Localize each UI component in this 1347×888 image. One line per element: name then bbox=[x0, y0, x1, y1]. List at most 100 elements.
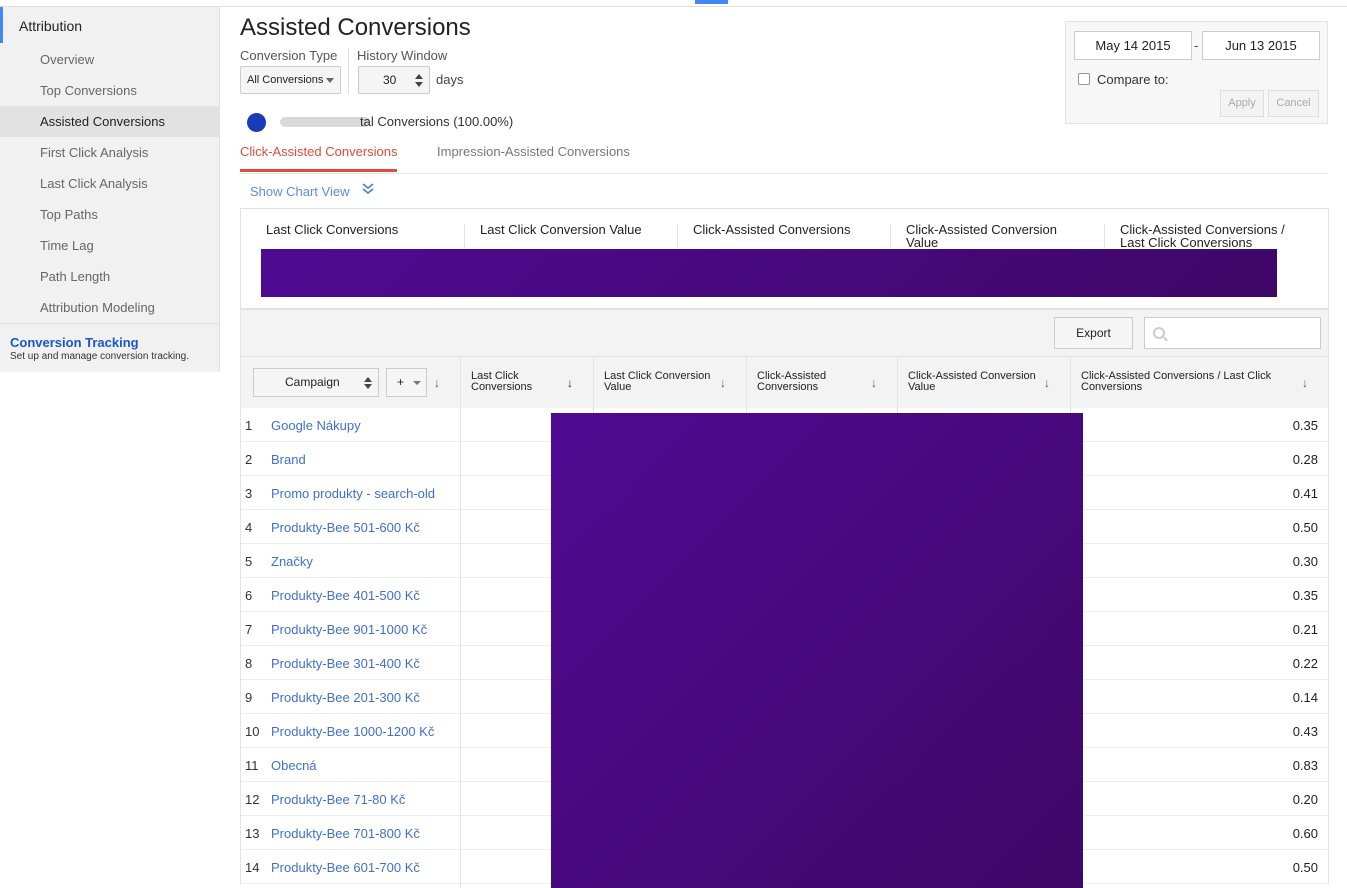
table-search-input[interactable] bbox=[1144, 317, 1321, 349]
ratio-value: 0.21 bbox=[1292, 622, 1318, 637]
ratio-value: 0.35 bbox=[1292, 418, 1318, 433]
column-header-ratio[interactable]: Click-Assisted Conversions / Last Click … bbox=[1081, 371, 1291, 393]
start-date-input[interactable]: May 14 2015 bbox=[1074, 31, 1192, 60]
tab-divider bbox=[240, 173, 1328, 174]
summary-label-click-assisted-conversions: Click-Assisted Conversions bbox=[693, 222, 851, 237]
sort-arrow-icon[interactable]: ↓ bbox=[1302, 376, 1308, 390]
export-button[interactable]: Export bbox=[1054, 317, 1133, 349]
row-number: 11 bbox=[245, 758, 259, 773]
sort-arrow-icon[interactable]: ↓ bbox=[720, 376, 726, 390]
tab-click-assisted[interactable]: Click-Assisted Conversions bbox=[240, 144, 398, 159]
compare-label: Compare to: bbox=[1097, 72, 1169, 87]
campaign-link[interactable]: Produkty-Bee 501-600 Kč bbox=[271, 520, 420, 535]
stepper-up-icon[interactable] bbox=[415, 74, 423, 79]
page-title: Assisted Conversions bbox=[240, 14, 471, 41]
row-number: 6 bbox=[245, 588, 253, 603]
sidebar-divider bbox=[0, 323, 219, 324]
summary-separator bbox=[464, 224, 465, 248]
campaign-link[interactable]: Produkty-Bee 301-400 Kč bbox=[271, 656, 420, 671]
row-number: 5 bbox=[245, 554, 253, 569]
row-number: 2 bbox=[245, 452, 253, 467]
column-header-click-assisted-value[interactable]: Click-Assisted Conversion Value bbox=[908, 371, 1043, 393]
sort-arrow-icon[interactable]: ↓ bbox=[434, 376, 440, 390]
sort-arrow-icon[interactable]: ↓ bbox=[871, 376, 877, 390]
sidebar-item-top-paths[interactable]: Top Paths bbox=[0, 199, 219, 230]
tab-impression-assisted[interactable]: Impression-Assisted Conversions bbox=[437, 144, 630, 159]
primary-dimension-select[interactable]: Campaign bbox=[253, 368, 379, 397]
sidebar: Attribution Overview Top Conversions Ass… bbox=[0, 7, 220, 372]
stepper-down-icon[interactable] bbox=[415, 82, 423, 87]
sidebar-header-label: Attribution bbox=[19, 18, 83, 34]
summary-label-last-click-conversions: Last Click Conversions bbox=[266, 222, 399, 237]
compare-checkbox[interactable] bbox=[1078, 73, 1090, 85]
ratio-value: 0.60 bbox=[1292, 826, 1318, 841]
sort-arrow-icon[interactable]: ↓ bbox=[1044, 376, 1050, 390]
sidebar-header[interactable]: Attribution bbox=[0, 7, 219, 43]
campaign-link[interactable]: Produkty-Bee 401-500 Kč bbox=[271, 588, 420, 603]
sidebar-item-path-length[interactable]: Path Length bbox=[0, 261, 219, 292]
ratio-value: 0.35 bbox=[1292, 588, 1318, 603]
campaign-link[interactable]: Obecná bbox=[271, 758, 317, 773]
conversion-tracking-link[interactable]: Conversion Tracking bbox=[10, 335, 139, 350]
ratio-value: 0.50 bbox=[1292, 520, 1318, 535]
campaign-link[interactable]: Google Nákupy bbox=[271, 418, 361, 433]
row-number: 9 bbox=[245, 690, 253, 705]
summary-separator bbox=[1104, 224, 1105, 248]
sidebar-item-time-lag[interactable]: Time Lag bbox=[0, 230, 219, 261]
row-number: 1 bbox=[245, 418, 253, 433]
campaign-link[interactable]: Promo produkty - search-old bbox=[271, 486, 435, 501]
column-header-last-click-conversions[interactable]: Last Click Conversions bbox=[471, 371, 561, 393]
conversion-type-select[interactable]: All Conversions bbox=[240, 66, 341, 94]
ratio-value: 0.83 bbox=[1292, 758, 1318, 773]
cancel-button[interactable]: Cancel bbox=[1268, 90, 1319, 117]
double-chevron-down-icon[interactable] bbox=[362, 182, 374, 199]
campaign-link[interactable]: Produkty-Bee 1000-1200 Kč bbox=[271, 724, 434, 739]
end-date-input[interactable]: Jun 13 2015 bbox=[1202, 31, 1320, 60]
conversion-type-value: All Conversions bbox=[247, 74, 324, 86]
segment-label: tal Conversions (100.00%) bbox=[360, 114, 514, 129]
add-secondary-dimension[interactable]: + bbox=[386, 368, 427, 397]
campaign-link[interactable]: Produkty-Bee 201-300 Kč bbox=[271, 690, 420, 705]
history-window-stepper[interactable]: 30 bbox=[358, 66, 430, 94]
campaign-link[interactable]: Produkty-Bee 701-800 Kč bbox=[271, 826, 420, 841]
sort-arrow-icon[interactable]: ↓ bbox=[567, 376, 573, 390]
ratio-value: 0.14 bbox=[1292, 690, 1318, 705]
sidebar-item-top-conversions[interactable]: Top Conversions bbox=[0, 75, 219, 106]
summary-separator bbox=[677, 224, 678, 248]
campaign-link[interactable]: Brand bbox=[271, 452, 306, 467]
campaign-link[interactable]: Produkty-Bee 71-80 Kč bbox=[271, 792, 405, 807]
top-bar bbox=[0, 0, 1347, 7]
sidebar-item-first-click-analysis[interactable]: First Click Analysis bbox=[0, 137, 219, 168]
sidebar-item-last-click-analysis[interactable]: Last Click Analysis bbox=[0, 168, 219, 199]
show-chart-view-link[interactable]: Show Chart View bbox=[250, 184, 349, 199]
chevron-down-icon bbox=[413, 381, 421, 385]
column-header-last-click-value[interactable]: Last Click Conversion Value bbox=[604, 371, 719, 393]
row-number: 10 bbox=[245, 724, 260, 739]
segment-color-dot bbox=[247, 113, 266, 132]
summary-values-redacted bbox=[261, 249, 1277, 297]
campaign-link[interactable]: Produkty-Bee 901-1000 Kč bbox=[271, 622, 427, 637]
sidebar-item-attribution-modeling[interactable]: Attribution Modeling bbox=[0, 292, 219, 323]
row-number: 8 bbox=[245, 656, 253, 671]
ratio-value: 0.41 bbox=[1292, 486, 1318, 501]
history-window-unit: days bbox=[436, 72, 464, 87]
ratio-value: 0.50 bbox=[1292, 860, 1318, 875]
column-header-click-assisted-conversions[interactable]: Click-Assisted Conversions bbox=[757, 371, 847, 393]
summary-separator bbox=[890, 224, 891, 248]
ratio-value: 0.20 bbox=[1292, 792, 1318, 807]
conversion-tracking-desc: Set up and manage conversion tracking. bbox=[10, 351, 189, 362]
apply-button[interactable]: Apply bbox=[1220, 90, 1264, 117]
ratio-value: 0.22 bbox=[1292, 656, 1318, 671]
history-window-value: 30 bbox=[383, 73, 397, 87]
conversion-type-label: Conversion Type bbox=[240, 48, 338, 63]
summary-label-click-assisted-value: Click-Assisted Conversion Value bbox=[906, 222, 1057, 250]
table-values-redacted bbox=[551, 413, 1083, 888]
ratio-value: 0.28 bbox=[1292, 452, 1318, 467]
date-separator: - bbox=[1194, 38, 1199, 53]
campaign-link[interactable]: Produkty-Bee 601-700 Kč bbox=[271, 860, 420, 875]
campaign-link[interactable]: Značky bbox=[271, 554, 313, 569]
sidebar-item-assisted-conversions[interactable]: Assisted Conversions bbox=[0, 106, 219, 137]
add-dimension-label: + bbox=[397, 375, 405, 389]
row-number: 12 bbox=[245, 792, 260, 807]
sidebar-item-overview[interactable]: Overview bbox=[0, 44, 219, 75]
